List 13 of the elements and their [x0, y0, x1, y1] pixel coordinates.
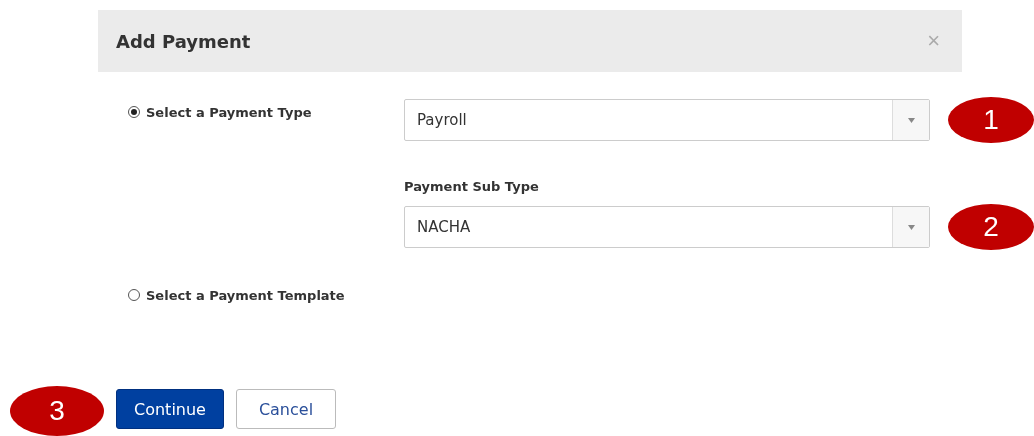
caret-icon — [907, 117, 915, 123]
callout-number: 3 — [10, 386, 104, 436]
caret-icon — [907, 224, 915, 230]
dropdown-select[interactable]: NACHA — [404, 206, 930, 248]
cancel-button[interactable]: Cancel — [236, 389, 336, 429]
radio-label: Select a Payment Template — [146, 288, 345, 303]
callout-number: 1 — [948, 97, 1034, 143]
dialog-title: Add Payment — [116, 30, 251, 52]
dropdown-select[interactable]: Payroll — [404, 99, 930, 141]
radio-label: Select a Payment Type — [146, 105, 312, 120]
continue-button[interactable]: Continue — [116, 389, 224, 429]
callout-number: 2 — [948, 204, 1034, 250]
field-label: Payment Sub Type — [404, 179, 540, 194]
